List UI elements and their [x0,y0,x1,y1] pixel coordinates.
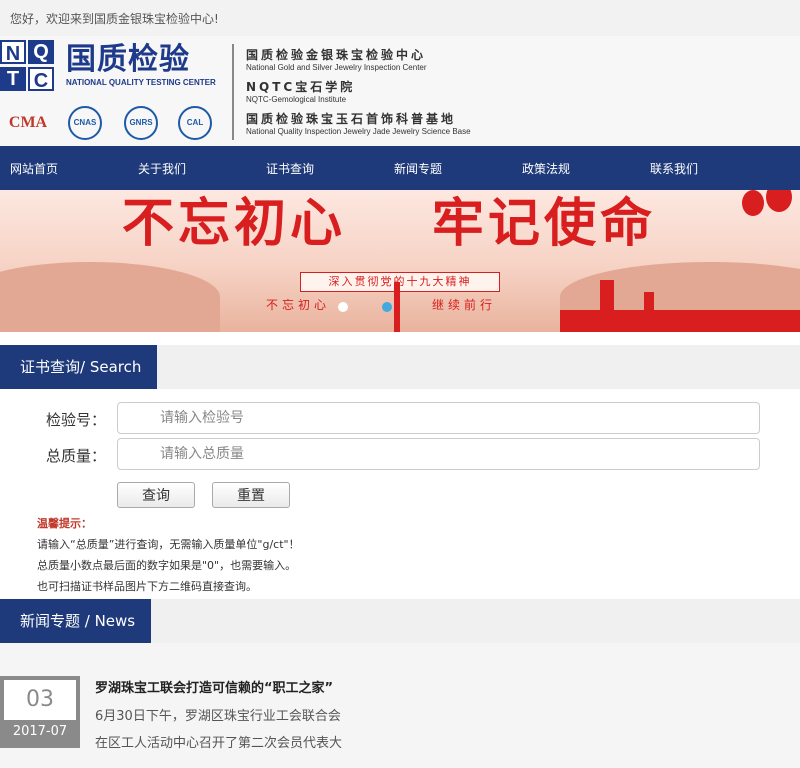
site-header: N Q T C 国质检验 NATIONAL QUALITY TESTING CE… [0,36,800,146]
header-divider [232,44,234,140]
main-nav: 网站首页 关于我们 证书查询 新闻专题 政策法规 联系我们 [0,146,800,190]
org-block-center: 国质检验金银珠宝检验中心 National Gold and Silver Je… [246,46,427,73]
org-block-science-base: 国质检验珠宝玉石首饰科普基地 National Quality Inspecti… [246,110,471,137]
banner-ribbon: 深入贯彻党的十九大精神 [300,272,500,292]
news-section-title: 新闻专题 / News [0,599,152,643]
banner-slogan-right: 牢记使命 [432,193,657,254]
query-button[interactable]: 查询 [117,482,195,508]
cal-badge-icon: CAL [178,106,212,140]
slider-dot-active[interactable] [382,302,392,312]
total-weight-label: 总质量： [46,447,107,465]
welcome-text: 您好，欢迎来到国质金银珠宝检验中心! [10,12,219,26]
gnrs-badge-icon: GNRS [124,106,158,140]
reset-button[interactable]: 重置 [212,482,290,508]
balloon-icon [766,190,792,212]
org-name-en: NQTC-Gemological Institute [246,95,347,104]
slider-dot[interactable] [338,302,348,312]
total-weight-input[interactable] [117,438,760,470]
news-summary-line: 在区工人活动中心召开了第二次会员代表大 [95,736,343,751]
inspection-number-input[interactable] [117,402,760,434]
cnas-badge-icon: CNAS [68,106,102,140]
search-section-header: 证书查询/ Search [0,345,800,389]
news-day: 03 [4,680,76,720]
logo-letter-c: C [28,67,54,92]
org-name-cn: 国质检验金银珠宝检验中心 [246,48,427,62]
inspection-number-label: 检验号： [46,411,107,429]
banner-mountain [0,262,220,332]
tip-title: 温馨提示： [37,517,92,530]
nav-policy[interactable]: 政策法规 [522,160,570,177]
nav-contact[interactable]: 联系我们 [650,160,698,177]
city-skyline-icon [560,310,800,332]
logo-letter-q: Q [28,40,54,64]
nav-home[interactable]: 网站首页 [10,160,58,177]
news-item-title[interactable]: 罗湖珠宝工联会打造可信赖的“职工之家” [95,677,333,696]
org-name-en: National Quality Inspection Jewelry Jade… [246,127,471,136]
org-block-institute: NQTC宝石学院 NQTC-Gemological Institute [246,78,355,105]
org-name-cn: 国质检验珠宝玉石首饰科普基地 [246,112,457,126]
brand-name: 国质检验 [66,42,190,77]
tower-icon [394,282,400,332]
tip-line: 也可扫描证书样品图片下方二维码直接查询。 [37,580,257,593]
nav-news[interactable]: 新闻专题 [394,160,442,177]
tip-line: 总质量小数点最后面的数字如果是"0"，也需要输入。 [37,559,297,572]
tip-line: 请输入“总质量”进行查询，无需输入质量单位"g/ct"！ [37,538,300,551]
nav-about[interactable]: 关于我们 [138,160,186,177]
nqtc-logo[interactable]: N Q T C [0,40,56,92]
logo-letter-n: N [0,40,26,65]
banner-motto-left: 不忘初心 [266,298,331,312]
org-name-cn: NQTC宝石学院 [246,80,356,94]
news-summary-line: 6月30日下午，罗湖区珠宝行业工会联合会 [95,709,341,724]
news-section-header: 新闻专题 / News [0,599,800,643]
logo-letter-t: T [0,67,26,91]
search-section-title: 证书查询/ Search [0,345,158,389]
tower-icon [644,292,654,332]
news-date-badge: 03 2017-07 [0,676,80,748]
brand-english: NATIONAL QUALITY TESTING CENTER [66,78,216,87]
banner-slogan-left: 不忘初心 [122,193,347,254]
hero-banner[interactable]: 不忘初心 牢记使命 深入贯彻党的十九大精神 不忘初心 继续前行 [0,190,800,332]
balloon-icon [742,190,764,216]
nav-certificate[interactable]: 证书查询 [266,160,314,177]
tower-icon [600,280,614,332]
org-name-en: National Gold and Silver Jewelry Inspect… [246,63,427,72]
news-year-month: 2017-07 [12,724,68,739]
banner-motto-right: 继续前行 [432,298,497,312]
top-bar: 您好，欢迎来到国质金银珠宝检验中心! [0,0,800,36]
cma-badge-icon: CMA [8,114,48,131]
